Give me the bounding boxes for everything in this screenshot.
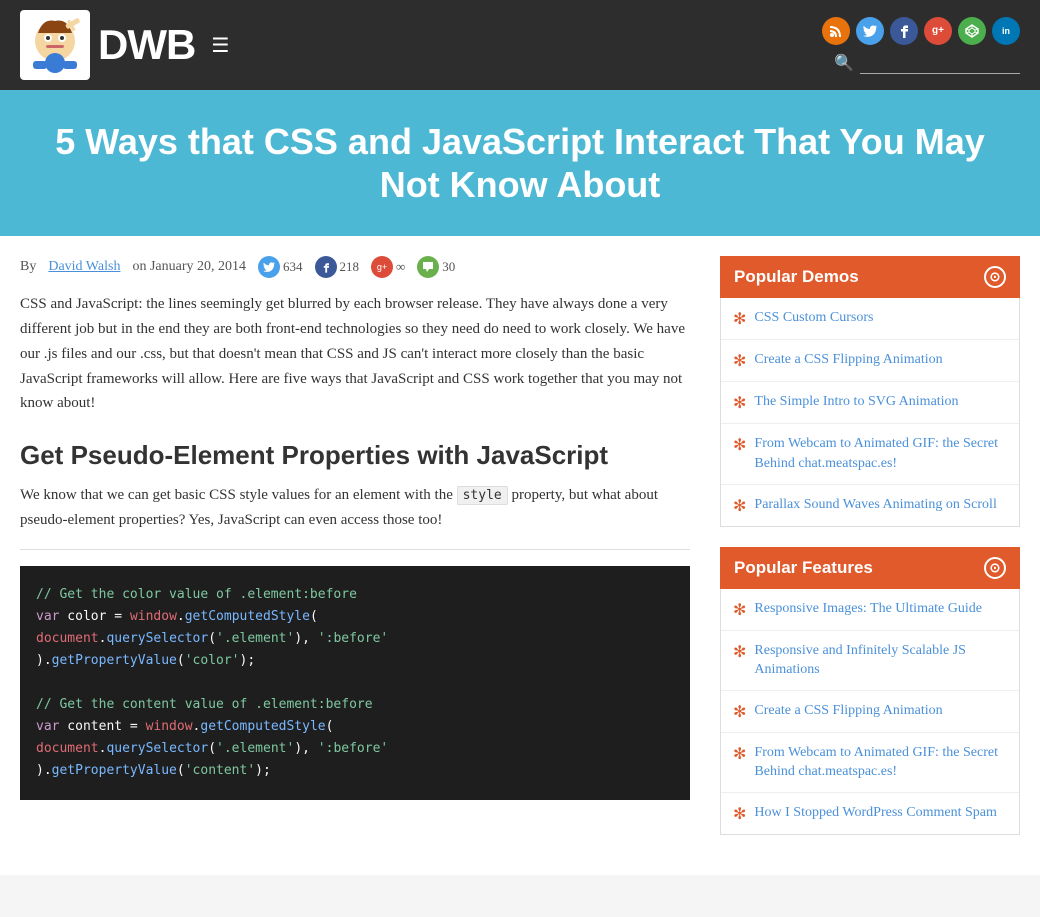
search-input[interactable] [860,53,1020,74]
bullet-icon: ✻ [733,393,746,413]
code-line-7: document.querySelector('.element'), ':be… [36,738,674,760]
twitter-count-value: 634 [283,259,303,275]
twitter-count-icon [258,256,280,278]
list-item: ✻ Parallax Sound Waves Animating on Scro… [721,485,1019,526]
code-block: // Get the color value of .element:befor… [20,566,690,801]
popular-features-link-1[interactable]: Responsive Images: The Ultimate Guide [754,599,982,619]
popular-demos-link-1[interactable]: CSS Custom Cursors [754,308,873,328]
popular-features-circle-icon: ⊙ [984,557,1006,579]
code-line-4: ).getPropertyValue('color'); [36,650,674,672]
code-line-6: var content = window.getComputedStyle( [36,716,674,738]
popular-demos-link-2[interactable]: Create a CSS Flipping Animation [754,350,942,370]
logo-text[interactable]: DWB [98,21,195,69]
list-item: ✻ Responsive Images: The Ultimate Guide [721,589,1019,631]
linkedin-icon[interactable]: in [992,17,1020,45]
logo-image [20,10,90,80]
by-label: By [20,259,36,275]
list-item: ✻ How I Stopped WordPress Comment Spam [721,793,1019,834]
hero-title: 5 Ways that CSS and JavaScript Interact … [40,120,1000,206]
list-item: ✻ CSS Custom Cursors [721,298,1019,340]
section1-text1: We know that we can get basic CSS style … [20,487,453,503]
code-line-8: ).getPropertyValue('content'); [36,760,674,782]
google-count: g+ ∞ [371,256,405,278]
social-icons: g+ in [822,17,1020,45]
bullet-icon: ✻ [733,435,746,455]
facebook-count-icon [315,256,337,278]
list-item: ✻ From Webcam to Animated GIF: the Secre… [721,424,1019,484]
search-icon: 🔍 [834,53,854,73]
popular-demos-link-4[interactable]: From Webcam to Animated GIF: the Secret … [754,434,1007,473]
bullet-icon: ✻ [733,309,746,329]
comment-count-value: 30 [442,259,455,275]
article-content: By David Walsh on January 20, 2014 634 2… [20,256,720,855]
sidebar: Popular Demos ⊙ ✻ CSS Custom Cursors ✻ C… [720,256,1020,855]
facebook-icon[interactable] [890,17,918,45]
header: DWB ☰ g+ in 🔍 [0,0,1040,90]
list-item: ✻ Create a CSS Flipping Animation [721,340,1019,382]
comment-count: 30 [417,256,455,278]
section1-inline-code: style [457,486,508,505]
section1-text: We know that we can get basic CSS style … [20,483,690,533]
section1-heading: Get Pseudo-Element Properties with JavaS… [20,440,690,471]
logo-character-icon [23,13,88,78]
google-count-value: ∞ [396,259,405,275]
popular-features-link-5[interactable]: How I Stopped WordPress Comment Spam [754,803,996,823]
bullet-icon: ✻ [733,496,746,516]
main-container: By David Walsh on January 20, 2014 634 2… [0,236,1040,875]
facebook-count: 218 [315,256,360,278]
list-item: ✻ The Simple Intro to SVG Animation [721,382,1019,424]
code-line-2: var color = window.getComputedStyle( [36,606,674,628]
hero-banner: 5 Ways that CSS and JavaScript Interact … [0,90,1040,236]
search-area: 🔍 [834,53,1020,74]
popular-demos-link-3[interactable]: The Simple Intro to SVG Animation [754,392,958,412]
list-item: ✻ Create a CSS Flipping Animation [721,691,1019,733]
author-link[interactable]: David Walsh [48,259,120,275]
menu-icon[interactable]: ☰ [211,33,229,58]
bullet-icon: ✻ [733,804,746,824]
popular-demos-circle-icon: ⊙ [984,266,1006,288]
bullet-icon: ✻ [733,642,746,662]
article-meta: By David Walsh on January 20, 2014 634 2… [20,256,690,278]
facebook-count-value: 218 [340,259,360,275]
popular-demos-section: Popular Demos ⊙ ✻ CSS Custom Cursors ✻ C… [720,256,1020,526]
logo-area: DWB ☰ [20,10,229,80]
code-line-5: // Get the content value of .element:bef… [36,694,674,716]
popular-features-link-2[interactable]: Responsive and Infinitely Scalable JS An… [754,641,1007,680]
popular-features-list: ✻ Responsive Images: The Ultimate Guide … [720,589,1020,835]
code-line-3: document.querySelector('.element'), ':be… [36,628,674,650]
twitter-icon[interactable] [856,17,884,45]
bullet-icon: ✻ [733,702,746,722]
google-count-icon: g+ [371,256,393,278]
article-date: on January 20, 2014 [132,259,246,275]
popular-features-link-4[interactable]: From Webcam to Animated GIF: the Secret … [754,743,1007,782]
popular-demos-title: Popular Demos [734,267,859,287]
popular-features-section: Popular Features ⊙ ✻ Responsive Images: … [720,547,1020,835]
bullet-icon: ✻ [733,600,746,620]
list-item: ✻ Responsive and Infinitely Scalable JS … [721,631,1019,691]
popular-features-header: Popular Features ⊙ [720,547,1020,589]
list-item: ✻ From Webcam to Animated GIF: the Secre… [721,733,1019,793]
code-line-empty [36,672,674,694]
popular-demos-list: ✻ CSS Custom Cursors ✻ Create a CSS Flip… [720,298,1020,526]
rss-icon[interactable] [822,17,850,45]
popular-features-title: Popular Features [734,558,873,578]
comment-count-icon [417,256,439,278]
twitter-count: 634 [258,256,303,278]
section-divider [20,549,690,550]
codepen-icon[interactable] [958,17,986,45]
article-intro: CSS and JavaScript: the lines seemingly … [20,292,690,416]
code-line-1: // Get the color value of .element:befor… [36,584,674,606]
bullet-icon: ✻ [733,744,746,764]
google-plus-icon[interactable]: g+ [924,17,952,45]
popular-demos-link-5[interactable]: Parallax Sound Waves Animating on Scroll [754,495,996,515]
popular-features-link-3[interactable]: Create a CSS Flipping Animation [754,701,942,721]
header-right: g+ in 🔍 [822,17,1020,74]
bullet-icon: ✻ [733,351,746,371]
popular-demos-header: Popular Demos ⊙ [720,256,1020,298]
